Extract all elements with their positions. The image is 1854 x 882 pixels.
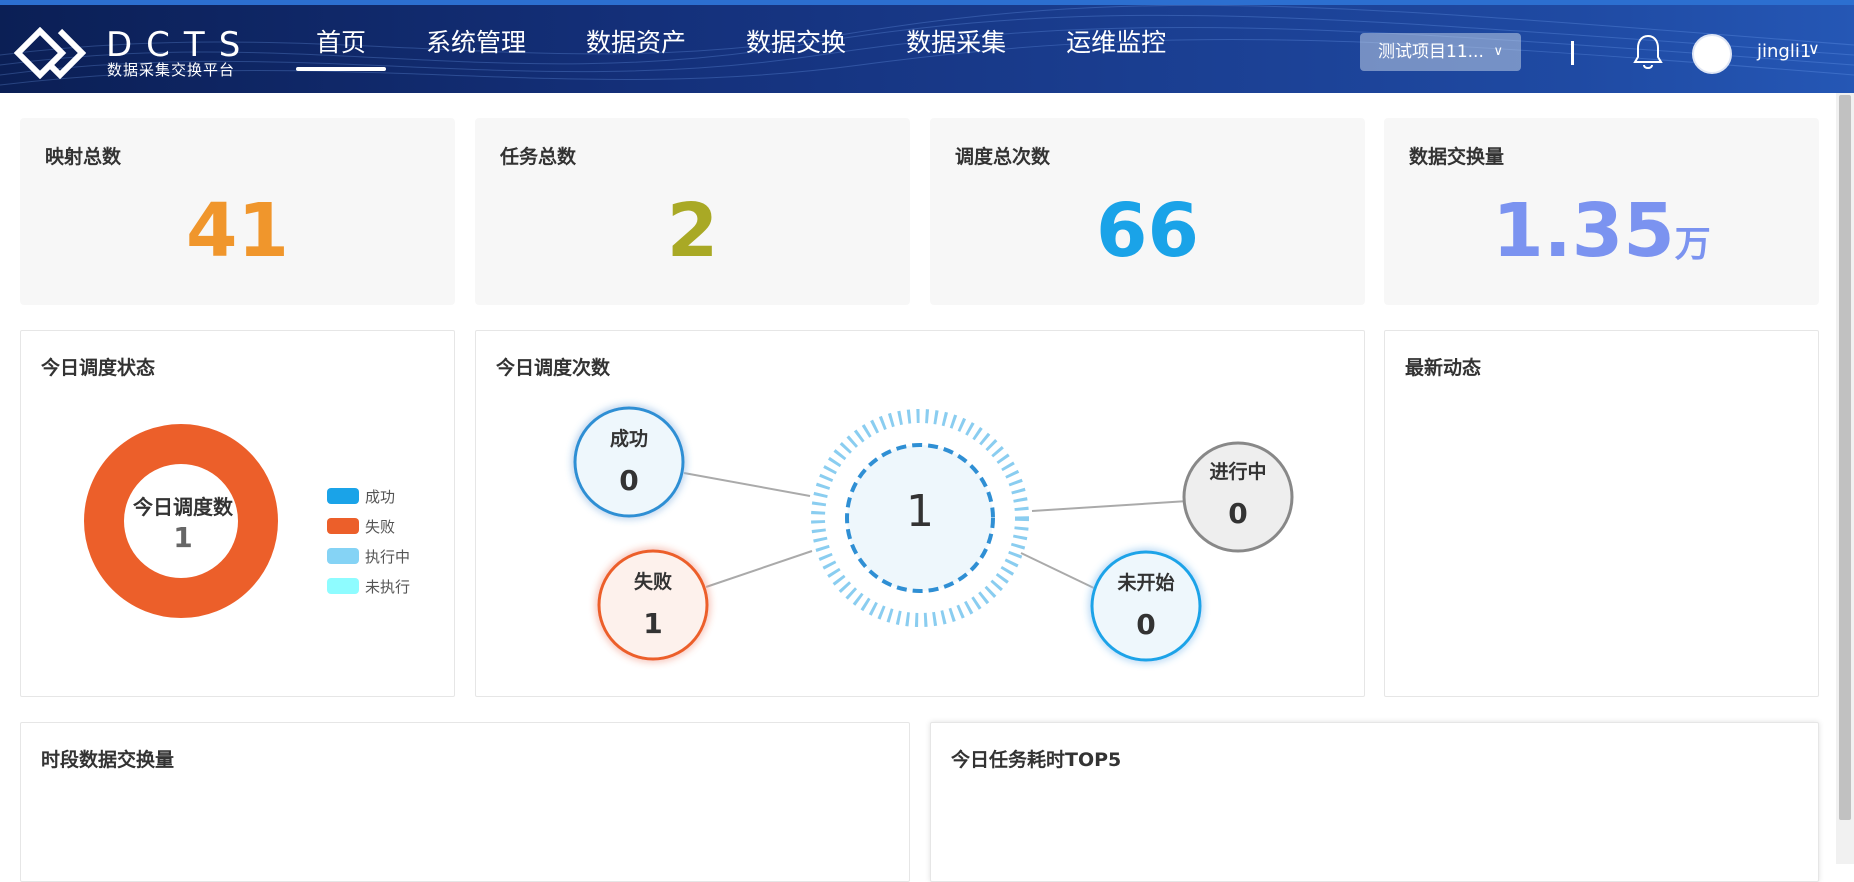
panel-today-status: 今日调度状态 今日调度数 1 成功 失败 执行中 未执行 (20, 330, 455, 697)
user-menu-chevron-icon[interactable]: ∨ (1808, 39, 1820, 58)
panel-task-duration-top5: 今日任务耗时TOP5 (930, 722, 1819, 882)
panel-today-count: 今日调度次数 1 成功 0 失败 1 进行中 0 未开始 0 (475, 330, 1365, 697)
panel-title: 最新动态 (1405, 357, 1482, 379)
legend-label: 成功 (365, 487, 396, 506)
chevron-down-icon: ∨ (1493, 44, 1503, 59)
legend-swatch (327, 578, 359, 594)
nav-data-collection[interactable]: 数据采集 (906, 5, 1006, 93)
node-running-label: 进行中 (1209, 461, 1267, 483)
legend-swatch (327, 548, 359, 564)
top-navigation-bar: DCTS 数据采集交换平台 首页 系统管理 数据资产 数据交换 数据采集 运维监… (0, 0, 1854, 93)
legend-item-failed[interactable]: 失败 (327, 511, 410, 541)
stat-value: 2 (666, 188, 719, 274)
nav-home[interactable]: 首页 (295, 5, 387, 93)
panel-title: 今日调度状态 (41, 357, 156, 379)
nav-data-assets[interactable]: 数据资产 (586, 5, 686, 93)
stat-card-schedules: 调度总次数 66 (930, 118, 1365, 305)
node-failed-label: 失败 (633, 571, 672, 593)
stat-card-exchange-volume: 数据交换量 1.35万 (1384, 118, 1819, 305)
stat-card-mappings: 映射总数 41 (20, 118, 455, 305)
node-not-started-value: 0 (1136, 608, 1156, 641)
nav-ops-monitoring[interactable]: 运维监控 (1066, 5, 1166, 93)
stat-label: 映射总数 (45, 146, 122, 168)
legend-label: 执行中 (365, 547, 411, 566)
legend-swatch (327, 518, 359, 534)
page-scrollbar[interactable] (1836, 93, 1854, 864)
header-divider (1571, 41, 1574, 65)
panel-latest-activity: 最新动态 (1384, 330, 1819, 697)
project-select-value: 测试项目11... (1378, 42, 1484, 62)
panel-title: 今日任务耗时TOP5 (951, 749, 1122, 771)
stat-value: 1.35万 (1492, 188, 1711, 274)
stat-value: 66 (1096, 188, 1199, 274)
stat-card-tasks: 任务总数 2 (475, 118, 910, 305)
status-legend: 成功 失败 执行中 未执行 (327, 481, 410, 601)
logo[interactable]: DCTS 数据采集交换平台 (14, 23, 244, 83)
avatar[interactable] (1692, 34, 1732, 74)
legend-swatch (327, 488, 359, 504)
legend-item-success[interactable]: 成功 (327, 481, 410, 511)
legend-label: 失败 (365, 517, 396, 536)
legend-item-not-run[interactable]: 未执行 (327, 571, 410, 601)
connector-line (683, 472, 811, 497)
donut-center-label: 今日调度数 (133, 495, 233, 519)
dcts-logo-icon (14, 27, 86, 79)
panel-title: 时段数据交换量 (41, 749, 175, 771)
node-not-started-label: 未开始 (1117, 572, 1175, 594)
scrollbar-thumb[interactable] (1839, 95, 1851, 820)
node-success-label: 成功 (609, 428, 648, 450)
nav-system-management[interactable]: 系统管理 (426, 5, 526, 93)
connector-line (705, 550, 813, 588)
node-failed-value: 1 (643, 607, 663, 640)
legend-item-running[interactable]: 执行中 (327, 541, 410, 571)
main-nav: 首页 系统管理 数据资产 数据交换 数据采集 运维监控 (295, 5, 1226, 93)
project-select[interactable]: 测试项目11... ∨ (1360, 33, 1521, 71)
bell-icon[interactable] (1632, 33, 1664, 71)
panel-period-exchange-volume: 时段数据交换量 (20, 722, 910, 882)
stat-value: 41 (186, 188, 289, 274)
node-success-value: 0 (619, 464, 639, 497)
username[interactable]: jingli1 (1757, 41, 1811, 62)
center-node-value: 1 (906, 486, 934, 537)
stat-label: 调度总次数 (955, 146, 1051, 168)
logo-subtitle: 数据采集交换平台 (107, 61, 236, 79)
legend-label: 未执行 (365, 577, 411, 596)
donut-center-value: 1 (173, 521, 193, 554)
stat-label: 任务总数 (500, 146, 577, 168)
connector-line (1020, 552, 1097, 590)
nav-data-exchange[interactable]: 数据交换 (746, 5, 846, 93)
connector-line (1031, 500, 1189, 512)
stat-unit: 万 (1674, 224, 1711, 265)
node-running-value: 0 (1228, 497, 1248, 530)
stat-label: 数据交换量 (1409, 146, 1505, 168)
